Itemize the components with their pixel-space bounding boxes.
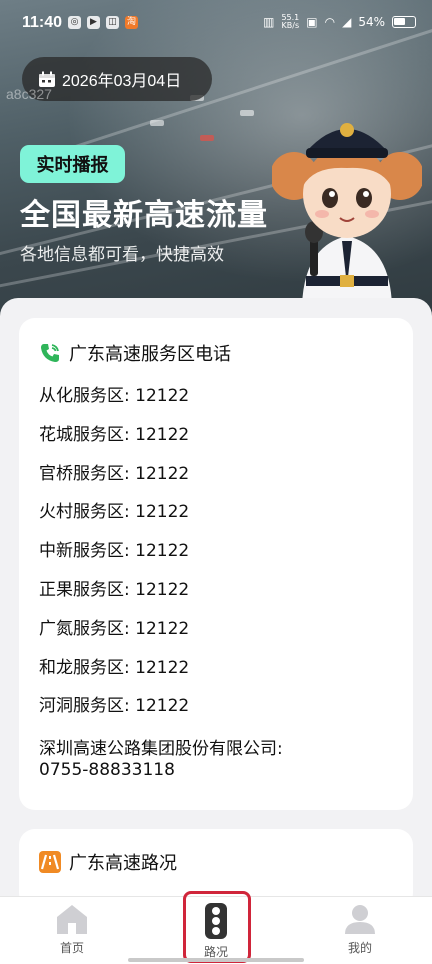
battery-percent: 54% (358, 15, 385, 29)
status-right: ▥ 55.1 KB/s ▣ ◠ ◢ 54% (263, 14, 416, 30)
net-speed-unit: KB/s (281, 21, 300, 30)
status-time: 11:40 (22, 14, 63, 31)
mascot-illustration (272, 123, 422, 306)
calendar-icon (39, 71, 55, 87)
app-notification-icon: ◎ (68, 16, 81, 29)
list-item: 官桥服务区: 12122 (39, 463, 190, 484)
hero-subtitle: 各地信息都可看，快捷高效 (20, 245, 224, 265)
signal-icon: ◢ (342, 15, 352, 29)
list-item: 中新服务区: 12122 (39, 541, 190, 562)
car (150, 120, 164, 126)
net-speed: 55.1 KB/s (281, 14, 299, 30)
tab-home-label: 首页 (59, 941, 84, 955)
list-item: 火村服务区: 12122 (39, 502, 190, 523)
list-item: 和龙服务区: 12122 (39, 657, 190, 678)
tab-home[interactable]: 首页 (32, 903, 112, 961)
user-icon (345, 905, 375, 934)
shopping-app-icon: 淘 (125, 16, 138, 29)
hero-banner: 11:40 ◎ ▶ ◫ 淘 ▥ 55.1 KB/s ▣ ◠ ◢ 54% 2026… (0, 0, 432, 330)
road-card-title: 广东高速路况 (69, 853, 177, 874)
active-tab-highlight (183, 891, 251, 963)
list-item: 河洞服务区: 12122 (39, 696, 190, 717)
phone-icon (41, 344, 59, 362)
service-card-title: 广东高速服务区电话 (69, 344, 231, 365)
list-item: 正果服务区: 12122 (39, 579, 190, 600)
hero-title: 全国最新高速流量 (20, 198, 268, 233)
live-badge: 实时播报 (20, 145, 125, 183)
service-area-list: 从化服务区: 12122 花城服务区: 12122 官桥服务区: 12122 火… (39, 386, 399, 781)
message-app-icon: ◫ (106, 16, 119, 29)
road-card-header: 广东高速路况 (39, 849, 177, 875)
wifi-icon: ◠ (324, 15, 336, 29)
video-app-icon: ▶ (87, 16, 100, 29)
company-contact: 深圳高速公路集团股份有限公司: 0755-88833118 (39, 739, 399, 781)
list-item: 花城服务区: 12122 (39, 424, 190, 445)
car (240, 110, 254, 116)
date-text: 2026年03月04日 (62, 73, 182, 90)
list-item: 从化服务区: 12122 (39, 386, 190, 406)
sim-icon: ▣ (306, 15, 318, 29)
road-icon (39, 851, 61, 873)
status-bar: 11:40 ◎ ▶ ◫ 淘 ▥ 55.1 KB/s ▣ ◠ ◢ 54% (0, 0, 432, 48)
list-item: 广氮服务区: 12122 (39, 618, 190, 639)
vibrate-icon: ▥ (263, 15, 275, 29)
tab-mine[interactable]: 我的 (320, 903, 400, 961)
service-phone-card: 广东高速服务区电话 从化服务区: 12122 花城服务区: 12122 官桥服务… (19, 318, 413, 810)
watermark: a8c327 (6, 86, 52, 102)
battery-icon (392, 16, 416, 28)
tab-mine-label: 我的 (347, 941, 372, 955)
notification-icons: ◎ ▶ ◫ 淘 (68, 16, 138, 29)
home-icon (57, 905, 87, 934)
home-indicator[interactable] (128, 958, 304, 962)
car (200, 135, 214, 141)
service-card-header: 广东高速服务区电话 (39, 340, 231, 366)
company-phone: 0755-88833118 (39, 760, 175, 781)
company-name: 深圳高速公路集团股份有限公司: (39, 739, 283, 760)
